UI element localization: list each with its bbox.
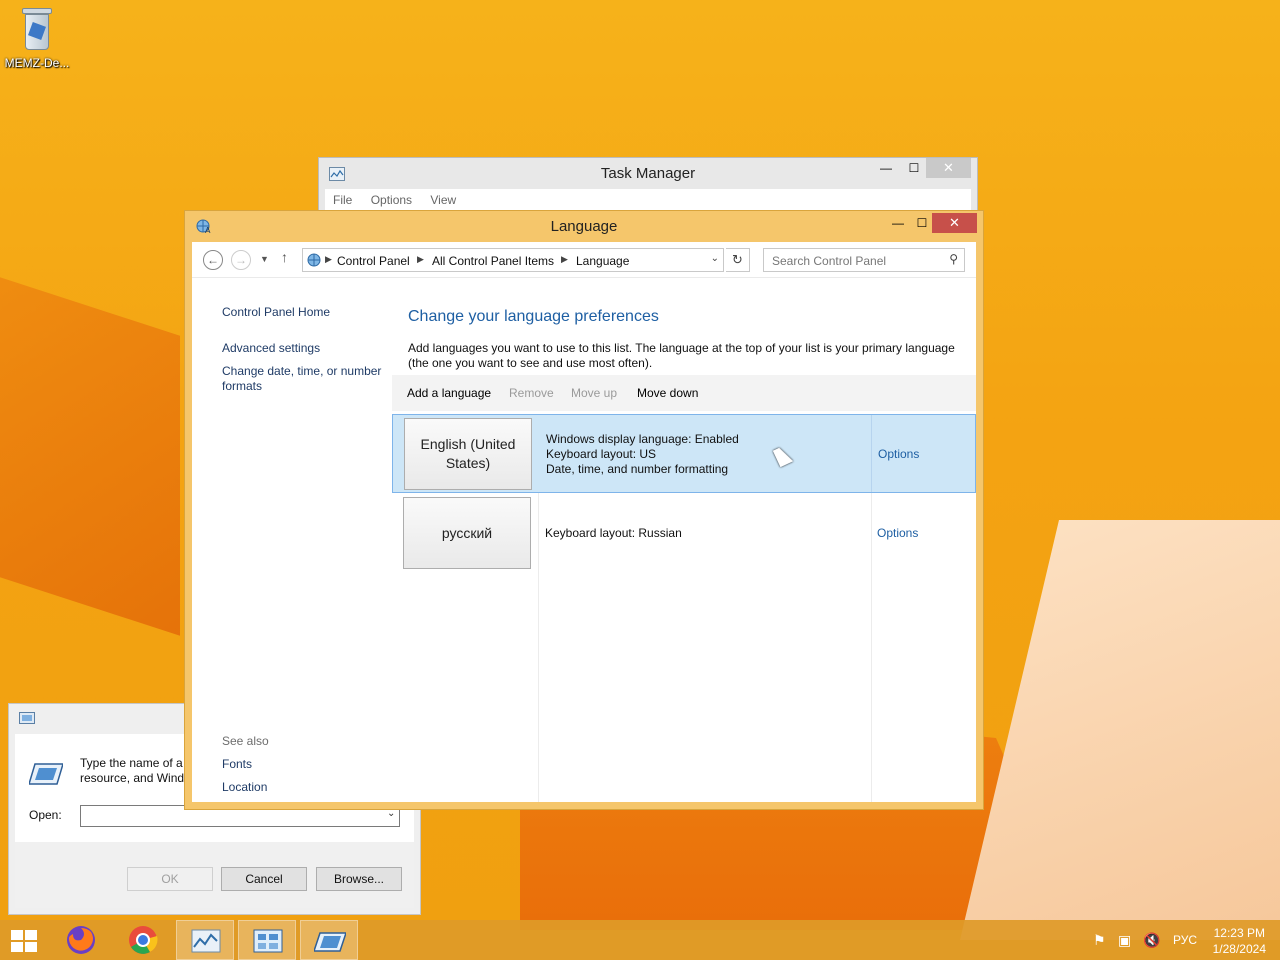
recycle-bin-desktop-icon[interactable]: MEMZ-De... (4, 6, 70, 70)
chevron-down-icon[interactable]: ⌄ (711, 253, 719, 264)
keyboard-layout: Keyboard layout: Russian (545, 526, 682, 540)
taskbar-chrome[interactable] (114, 920, 172, 960)
forward-arrow-icon[interactable]: → (231, 250, 251, 270)
fonts-link[interactable]: Fonts (222, 757, 252, 771)
wallpaper-shape (0, 264, 180, 636)
options-link[interactable]: Options (877, 526, 918, 540)
title-bar[interactable]: A Language — ☐ ✕ (185, 211, 983, 241)
close-button[interactable]: ✕ (932, 213, 977, 233)
action-center-flag-icon[interactable]: ⚑ (1093, 932, 1106, 960)
menu-view[interactable]: View (422, 189, 463, 207)
options-link[interactable]: Options (878, 447, 919, 461)
run-button-bar: OK Cancel Browse... (15, 842, 414, 908)
remove-button[interactable]: Remove (509, 386, 554, 400)
window-title: Language (550, 218, 618, 235)
breadcrumb[interactable]: ▶ Control Panel ▶ All Control Panel Item… (302, 248, 724, 272)
windows-logo-icon (11, 930, 39, 952)
open-label: Open: (29, 808, 62, 822)
formatting-info: Date, time, and number formatting (546, 462, 729, 476)
menu-options[interactable]: Options (363, 189, 419, 207)
breadcrumb-separator-icon: ▶ (561, 254, 568, 264)
control-panel-icon (307, 253, 321, 267)
search-placeholder: Search Control Panel (772, 254, 887, 268)
up-arrow-icon[interactable]: ↑ (281, 249, 288, 265)
display-language-status: Windows display language: Enabled (546, 432, 739, 446)
breadcrumb-all-items[interactable]: All Control Panel Items (432, 254, 554, 268)
task-manager-icon (191, 929, 221, 953)
menu-file[interactable]: File (325, 189, 359, 207)
language-indicator[interactable]: РУС (1173, 933, 1197, 960)
language-toolbar: Add a language Remove Move up Move down (392, 375, 976, 411)
page-title: Change your language preferences (408, 308, 659, 325)
breadcrumb-separator-icon: ▶ (417, 254, 424, 264)
wallpaper-shape (960, 520, 1280, 940)
language-tile[interactable]: English (United States) (404, 418, 532, 490)
desktop-icon-label: MEMZ-De... (4, 56, 70, 70)
run-app-icon (29, 763, 63, 785)
search-input[interactable]: Search Control Panel ⚲ (763, 248, 965, 272)
advanced-settings-link[interactable]: Advanced settings (222, 341, 320, 355)
browse-button[interactable]: Browse... (316, 867, 402, 891)
refresh-icon[interactable]: ↻ (726, 248, 750, 272)
breadcrumb-separator-icon: ▶ (325, 254, 332, 264)
run-icon (19, 712, 35, 724)
recent-pages-chevron-icon[interactable]: ▼ (260, 254, 269, 264)
address-bar: ← → ▼ ↑ ▶ Control Panel ▶ All Control Pa… (192, 242, 976, 278)
recycle-bin-icon (20, 6, 54, 52)
firefox-icon (67, 926, 95, 954)
search-icon[interactable]: ⚲ (949, 252, 958, 266)
taskbar-run[interactable] (300, 920, 358, 960)
language-client-area: ← → ▼ ↑ ▶ Control Panel ▶ All Control Pa… (192, 242, 976, 802)
location-link[interactable]: Location (222, 780, 267, 794)
language-row-english[interactable]: English (United States) Windows display … (392, 414, 976, 493)
menu-bar: File Options View (325, 189, 971, 211)
taskbar: ⚑ ▣ 🔇 РУС 12:23 PM 1/28/2024 (0, 920, 1280, 960)
breadcrumb-language[interactable]: Language (576, 254, 629, 268)
ok-button[interactable]: OK (127, 867, 213, 891)
run-prompt-text: Type the name of a resource, and Windo (80, 756, 190, 785)
see-also-heading: See also (222, 734, 269, 748)
start-button[interactable] (0, 920, 50, 960)
task-manager-window[interactable]: Task Manager — ☐ ✕ File Options View (318, 157, 978, 217)
close-button[interactable]: ✕ (926, 158, 971, 178)
move-up-button[interactable]: Move up (571, 386, 617, 400)
clock-time: 12:23 PM (1213, 926, 1265, 940)
language-details: Keyboard layout: Russian (545, 526, 682, 541)
language-details: Windows display language: Enabled Keyboa… (546, 432, 739, 477)
network-icon[interactable]: ▣ (1118, 932, 1131, 960)
taskbar-task-manager[interactable] (176, 920, 234, 960)
run-icon (314, 932, 346, 952)
clock-date: 1/28/2024 (1212, 942, 1266, 956)
minimize-button[interactable]: — (871, 158, 901, 178)
volume-muted-icon[interactable]: 🔇 (1143, 932, 1160, 960)
taskbar-control-panel[interactable] (238, 920, 296, 960)
chrome-icon (129, 926, 158, 954)
language-tile[interactable]: русский (403, 497, 531, 569)
cancel-button[interactable]: Cancel (221, 867, 307, 891)
language-list: English (United States) Windows display … (392, 413, 976, 802)
taskbar-firefox[interactable] (52, 920, 110, 960)
control-panel-home-link[interactable]: Control Panel Home (222, 305, 330, 319)
change-date-time-link[interactable]: Change date, time, or number formats (222, 364, 387, 394)
clock[interactable]: 12:23 PM 1/28/2024 (1213, 925, 1266, 957)
language-row-russian[interactable]: русский Keyboard layout: Russian Options (392, 494, 976, 573)
move-down-button[interactable]: Move down (637, 386, 698, 400)
column-divider (871, 415, 872, 492)
control-panel-icon (253, 929, 283, 953)
language-window[interactable]: A Language — ☐ ✕ ← → ▼ ↑ ▶ Control Panel… (184, 210, 984, 810)
left-pane: Control Panel Home Advanced settings Cha… (192, 278, 392, 802)
add-language-button[interactable]: Add a language (407, 386, 491, 400)
breadcrumb-control-panel[interactable]: Control Panel (337, 254, 410, 268)
keyboard-layout: Keyboard layout: US (546, 447, 657, 461)
maximize-button[interactable]: ☐ (899, 158, 929, 178)
title-bar[interactable]: Task Manager — ☐ ✕ (319, 158, 977, 188)
back-arrow-icon[interactable]: ← (203, 250, 223, 270)
page-description: Add languages you want to use to this li… (408, 341, 955, 370)
